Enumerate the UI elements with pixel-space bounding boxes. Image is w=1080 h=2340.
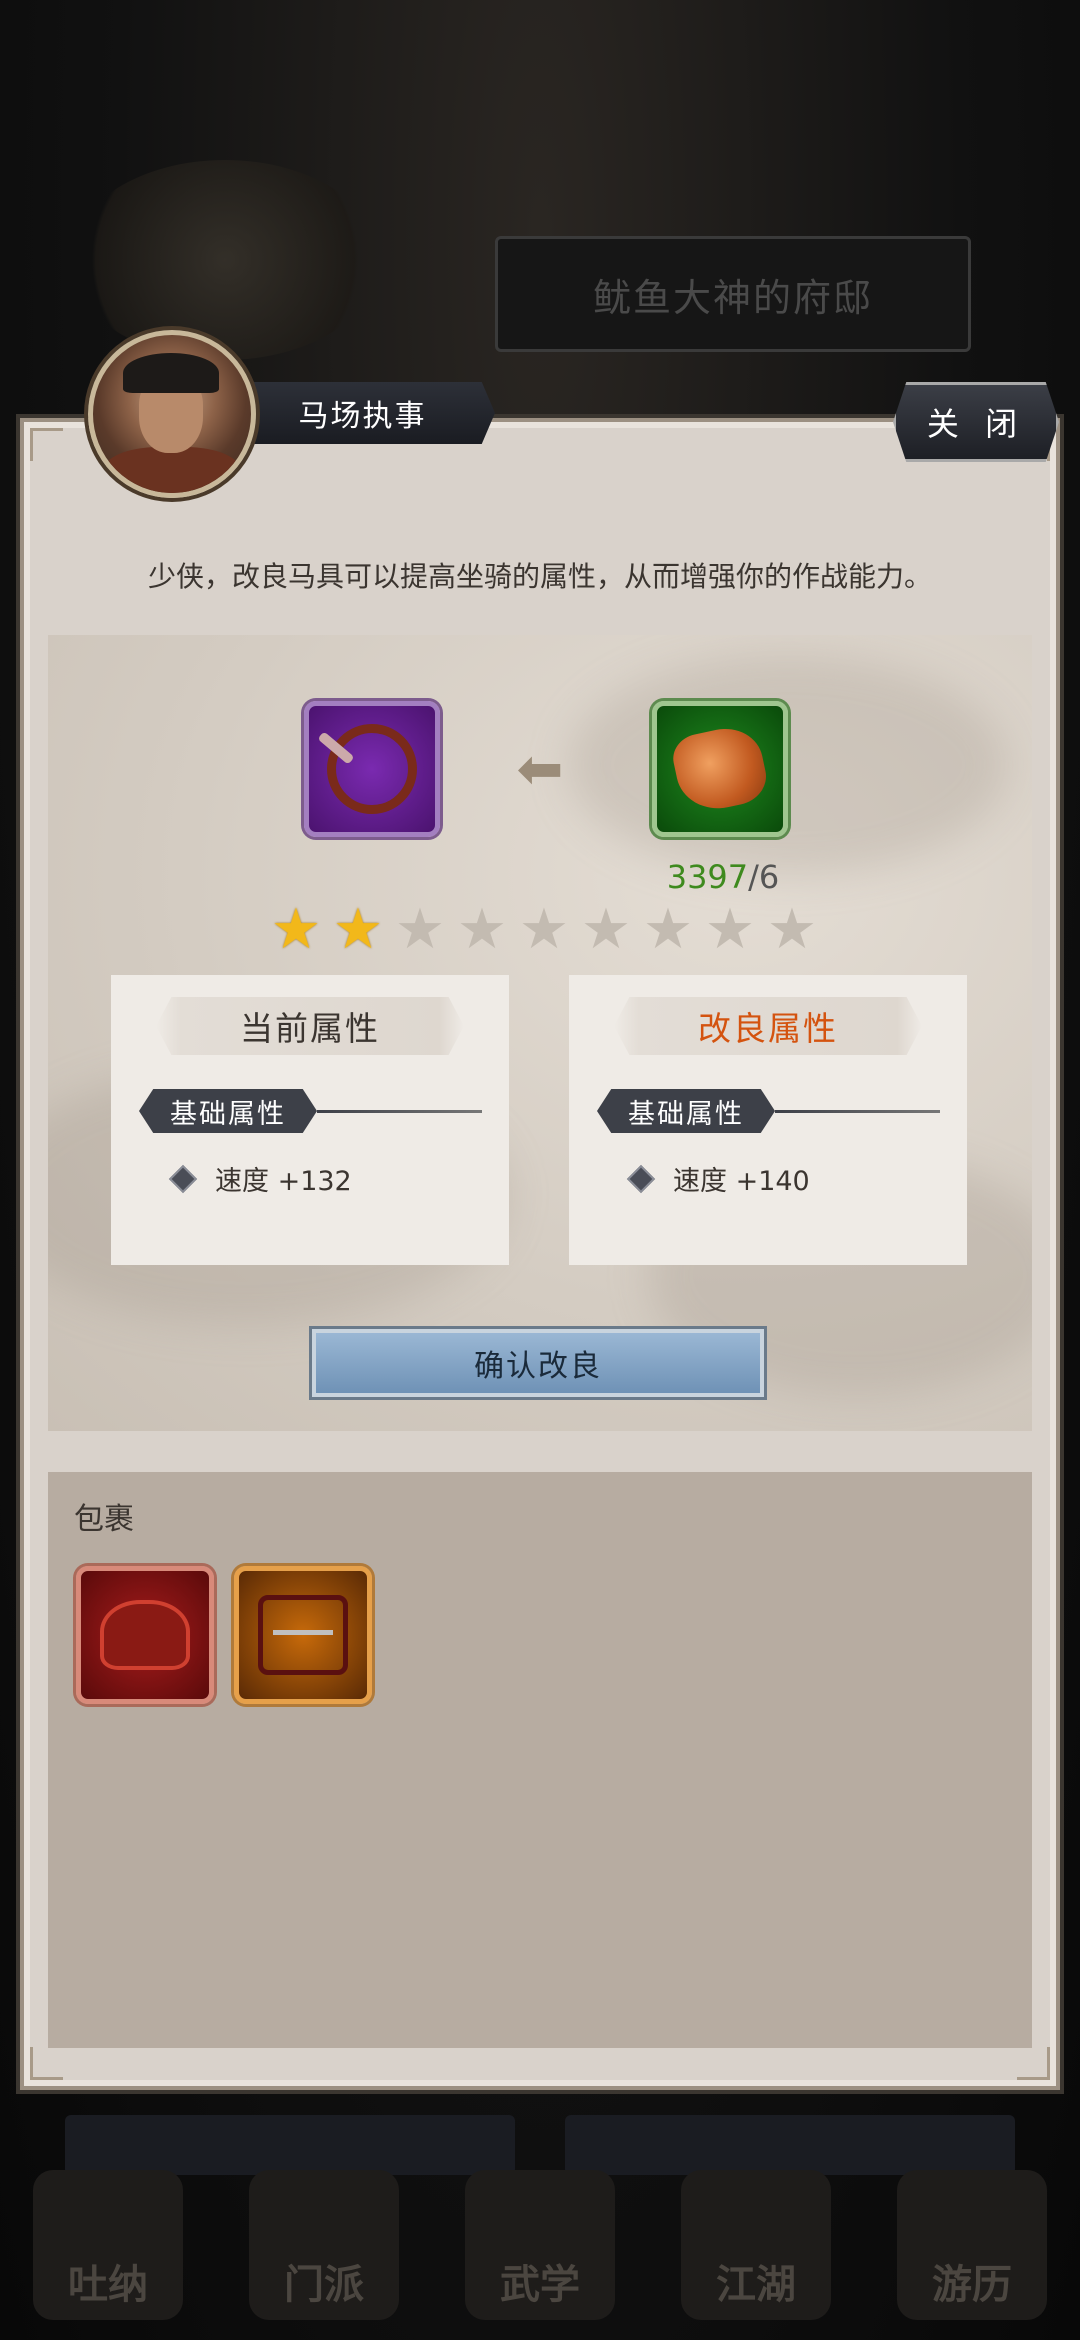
current-attr-title: 当前属性 (156, 997, 464, 1055)
divider (317, 1110, 482, 1113)
confirm-upgrade-button[interactable]: 确认改良 (312, 1329, 764, 1397)
star-empty-icon: ★ (766, 897, 818, 962)
bag-item-halter[interactable] (234, 1566, 372, 1704)
halter-icon (258, 1595, 348, 1675)
amber-stone-icon (668, 721, 772, 817)
star-rating: ★ ★ ★ ★ ★ ★ ★ ★ ★ (268, 902, 820, 958)
bag-item-saddle[interactable] (76, 1566, 214, 1704)
material-item-slot[interactable] (652, 701, 788, 837)
star-empty-icon: ★ (642, 897, 694, 962)
target-item-slot[interactable] (304, 701, 440, 837)
material-count: 3397/6 (638, 858, 808, 896)
corner-ornament (30, 428, 63, 461)
inventory-bag: 包裹 (48, 1472, 1032, 2048)
star-empty-icon: ★ (394, 897, 446, 962)
close-button[interactable]: 关 闭 (893, 382, 1059, 462)
star-empty-icon: ★ (518, 897, 570, 962)
star-filled-icon: ★ (332, 897, 384, 962)
improved-attr-title: 改良属性 (614, 997, 922, 1055)
corner-ornament (1017, 2047, 1050, 2080)
improved-attr-card: 改良属性 基础属性 速度 +140 (569, 975, 967, 1265)
nav-item-travel: 游历 (897, 2170, 1047, 2320)
bottom-nav: 吐纳 门派 武学 江湖 游历 (0, 2090, 1080, 2340)
star-empty-icon: ★ (704, 897, 756, 962)
stat-text: 速度 +140 (673, 1166, 810, 1197)
nav-item-sect: 门派 (249, 2170, 399, 2320)
current-attr-card: 当前属性 基础属性 速度 +132 (111, 975, 509, 1265)
stat-row: 速度 +140 (626, 1159, 810, 1198)
corner-ornament (30, 2047, 63, 2080)
nav-item-jianghu: 江湖 (681, 2170, 831, 2320)
residence-emblem (70, 160, 380, 360)
material-have: 3397 (666, 858, 749, 896)
nav-item-martial: 武学 (465, 2170, 615, 2320)
whip-icon (327, 724, 417, 814)
residence-title: 鱿鱼大神的府邸 (495, 236, 971, 352)
bag-title: 包裹 (74, 1502, 134, 1537)
upgrade-area: ⬅ 3397/6 ★ ★ ★ ★ ★ ★ ★ ★ ★ 当前属性 基础属性 速度 +132 改良属… (48, 635, 1032, 1431)
arrow-left-icon: ⬅ (516, 737, 564, 802)
stat-text: 速度 +132 (215, 1166, 352, 1197)
material-need: /6 (748, 858, 780, 896)
star-empty-icon: ★ (580, 897, 632, 962)
npc-name-plate: 马场执事 (230, 382, 495, 444)
diamond-icon (168, 1164, 198, 1193)
npc-avatar (88, 330, 256, 498)
stat-row: 速度 +132 (168, 1159, 352, 1198)
basic-attr-tag: 基础属性 (597, 1089, 775, 1133)
divider (775, 1110, 940, 1113)
star-filled-icon: ★ (270, 897, 322, 962)
diamond-icon (626, 1164, 656, 1193)
intro-text: 少侠，改良马具可以提高坐骑的属性，从而增强你的作战能力。 (147, 560, 932, 593)
saddle-icon (100, 1600, 190, 1670)
basic-attr-tag: 基础属性 (139, 1089, 317, 1133)
star-empty-icon: ★ (456, 897, 508, 962)
nav-item-tuna: 吐纳 (33, 2170, 183, 2320)
